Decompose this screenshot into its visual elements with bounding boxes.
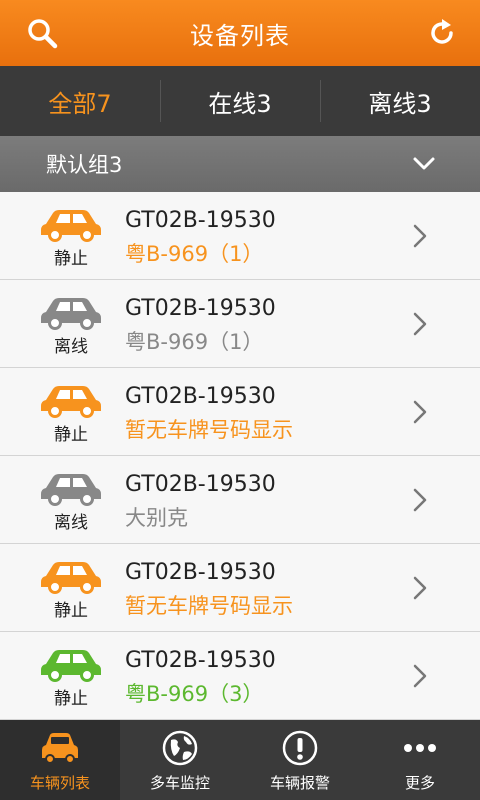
device-row[interactable]: 静止 GT02B-19530 粤B-969（1） [0,192,480,280]
device-plate: 粤B-969（3） [125,682,264,706]
device-code: GT02B-19530 [125,648,276,673]
device-code: GT02B-19530 [125,296,276,321]
device-plate: 暂无车牌号码显示 [125,418,293,442]
device-state: 静止 [54,689,88,709]
nav-more[interactable]: 更多 [360,720,480,800]
device-row[interactable]: 静止 GT02B-19530 暂无车牌号码显示 [0,368,480,456]
bottom-nav: 车辆列表 多车监控 车辆报警 更多 [0,720,480,800]
nav-multi-monitor[interactable]: 多车监控 [120,720,240,800]
tab-online[interactable]: 在线3 [160,66,320,136]
car-icon [41,386,101,418]
device-row[interactable]: 静止 GT02B-19530 粤B-969（3） [0,632,480,720]
status-tabs: 全部7 在线3 离线3 [0,66,480,136]
nav-vehicle-list[interactable]: 车辆列表 [0,720,120,800]
device-plate: 粤B-969（1） [125,330,264,354]
device-state: 静止 [54,601,88,621]
refresh-button[interactable] [422,13,462,53]
nav-label: 多车监控 [149,774,210,792]
page-title: 设备列表 [190,21,290,50]
nav-label: 车辆报警 [269,774,330,792]
chevron-right-icon [413,400,427,424]
car-icon [41,298,101,330]
device-code: GT02B-19530 [125,560,276,585]
car-icon [41,562,101,594]
device-state: 离线 [54,337,88,357]
group-header[interactable]: 默认组3 [0,136,480,192]
chevron-right-icon [413,312,427,336]
tab-all[interactable]: 全部7 [0,66,160,136]
chevron-right-icon [413,664,427,688]
globe-icon [162,730,198,766]
search-icon [28,19,58,49]
car-icon [41,474,101,506]
chevron-right-icon [413,576,427,600]
device-state: 静止 [54,425,88,445]
device-plate: 暂无车牌号码显示 [125,594,293,618]
chevron-right-icon [413,224,427,248]
car-icon [41,210,101,242]
device-row[interactable]: 离线 GT02B-19530 大别克 [0,456,480,544]
more-icon [404,744,436,752]
device-code: GT02B-19530 [125,384,276,409]
nav-vehicle-alarm[interactable]: 车辆报警 [240,720,360,800]
device-list: 静止 GT02B-19530 粤B-969（1） 离线 GT02B-19530 粤B-96… [0,192,480,720]
device-plate: 粤B-969（1） [125,242,264,266]
device-code: GT02B-19530 [125,208,276,233]
chevron-down-icon [413,157,435,170]
chevron-right-icon [413,488,427,512]
group-label: 默认组3 [46,153,123,177]
nav-label: 车辆列表 [29,774,90,792]
tab-offline[interactable]: 离线3 [320,66,480,136]
device-plate: 大别克 [125,506,188,530]
car-icon [42,733,78,764]
car-icon [41,650,101,682]
device-row[interactable]: 静止 GT02B-19530 暂无车牌号码显示 [0,544,480,632]
alert-icon [282,730,318,766]
device-state: 离线 [54,513,88,533]
device-row[interactable]: 离线 GT02B-19530 粤B-969（1） [0,280,480,368]
search-button[interactable] [22,13,62,53]
nav-label: 更多 [404,774,435,792]
refresh-icon [431,19,453,44]
top-bar: 设备列表 [0,0,480,66]
device-code: GT02B-19530 [125,472,276,497]
device-state: 静止 [54,249,88,269]
